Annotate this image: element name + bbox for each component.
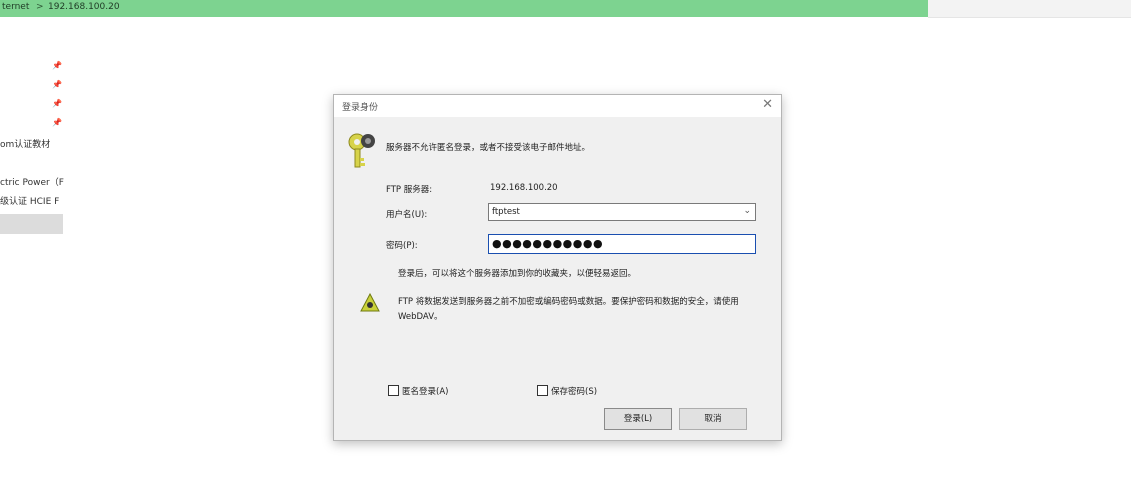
server-value: 192.168.100.20 [490,183,558,193]
username-label: 用户名(U): [386,210,428,220]
breadcrumb-separator-icon: > [36,2,44,12]
security-note: FTP 将数据发送到服务器之前不加密或编码密码或数据。要保护密码和数据的安全，请… [398,297,739,322]
pin-icon: 📌 [52,61,62,70]
search-box-area[interactable] [928,0,1131,18]
favorites-note: 登录后，可以将这个服务器添加到你的收藏夹，以便轻易返回。 [398,269,637,279]
login-message: 服务器不允许匿名登录，或者不接受该电子邮件地址。 [386,143,591,153]
pin-icon: 📌 [52,99,62,108]
server-label: FTP 服务器: [386,185,433,195]
pin-icon: 📌 [52,80,62,89]
anonymous-login-label[interactable]: 匿名登录(A) [402,387,448,397]
warning-icon [360,293,380,312]
dialog-title: 登录身份 [342,103,379,113]
login-button[interactable]: 登录(L) [604,408,672,430]
anonymous-login-checkbox[interactable]: 匿名登录(A) [388,385,448,397]
password-value[interactable]: ●●●●●●●●●●● [492,237,603,250]
pin-icon: 📌 [52,118,62,127]
username-combobox[interactable]: ftptest ⌄ [488,203,756,221]
username-value[interactable]: ftptest [492,207,520,217]
nav-item[interactable]: om认证教材 [0,137,50,150]
breadcrumb[interactable]: ternet [2,1,29,14]
key-icon [348,133,375,168]
address-bar[interactable]: ternet > 192.168.100.20 [0,0,928,17]
chevron-down-icon[interactable]: ⌄ [743,206,751,216]
save-password-label[interactable]: 保存密码(S) [551,387,597,397]
login-dialog: 登录身份 ✕ 服务器不允许匿名登录，或者不接受该电子邮件地址。 FTP 服务器:… [333,94,782,441]
navigation-pane: 📌 📌 📌 📌 om认证教材 ctric Power（F 级认证 HCIE F [0,17,70,498]
checkbox-box[interactable] [388,385,399,396]
nav-item-selected[interactable] [0,214,63,234]
checkbox-box[interactable] [537,385,548,396]
save-password-checkbox[interactable]: 保存密码(S) [537,385,597,397]
nav-item[interactable]: ctric Power（F [0,175,64,188]
nav-item[interactable]: 级认证 HCIE F [0,194,59,207]
address-text[interactable]: 192.168.100.20 [48,1,120,14]
password-label: 密码(P): [386,241,418,251]
cancel-button[interactable]: 取消 [679,408,747,430]
dialog-titlebar[interactable]: 登录身份 ✕ [334,95,781,117]
password-field[interactable]: ●●●●●●●●●●● [488,234,756,254]
close-icon[interactable]: ✕ [762,97,773,112]
